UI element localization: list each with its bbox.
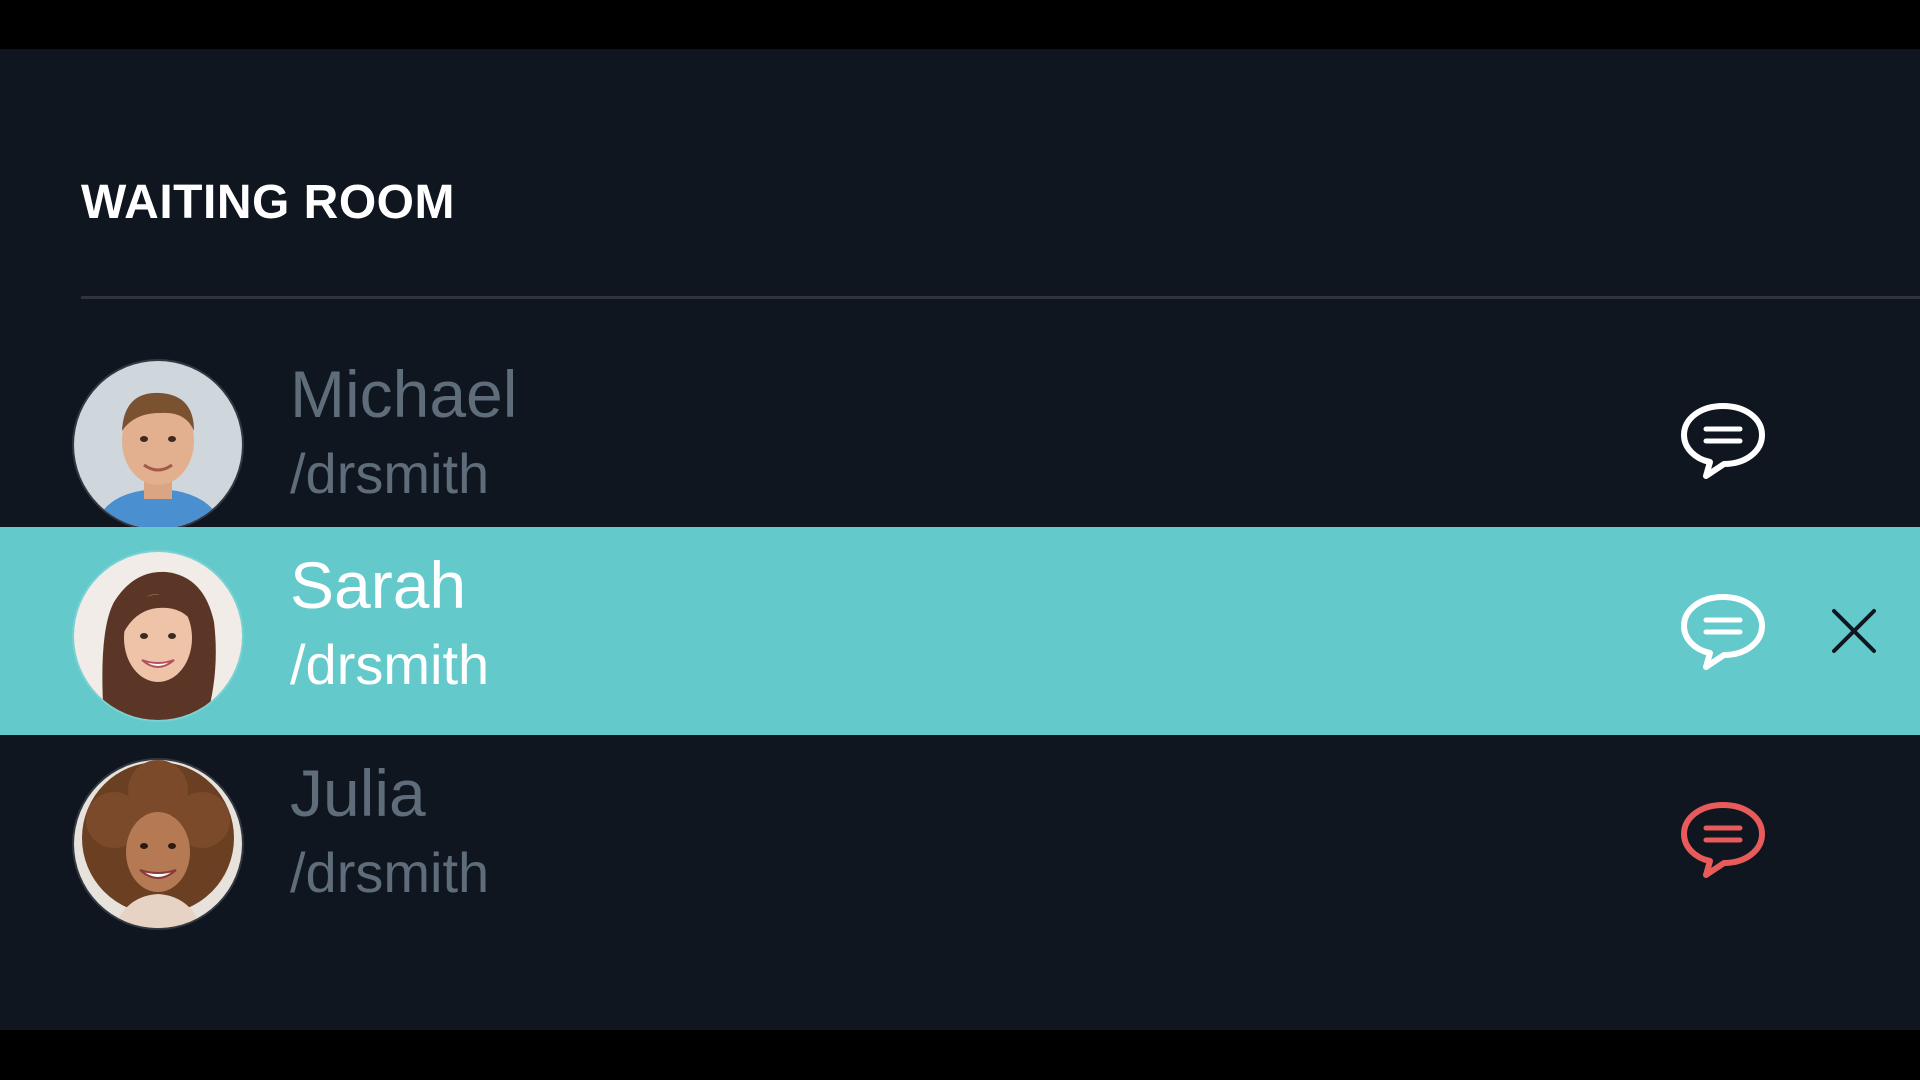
avatar-sarah <box>74 552 242 720</box>
patient-row-michael[interactable]: Michael /drsmith <box>0 336 1920 544</box>
patient-handle: /drsmith <box>290 442 490 505</box>
patient-handle: /drsmith <box>290 633 490 696</box>
chat-bubble-icon[interactable] <box>1678 589 1768 673</box>
waiting-room-panel: WAITING ROOM Michael /drsmith Sarah /drs… <box>0 49 1920 1030</box>
panel-title: WAITING ROOM <box>81 176 455 229</box>
patient-name: Julia <box>290 756 426 830</box>
patient-row-julia[interactable]: Julia /drsmith <box>0 735 1920 943</box>
chat-bubble-icon[interactable] <box>1678 398 1768 482</box>
close-icon[interactable] <box>1828 605 1880 657</box>
patient-row-sarah[interactable]: Sarah /drsmith <box>0 527 1920 735</box>
patient-name: Michael <box>290 357 518 431</box>
letterbox-bottom <box>0 1030 1920 1080</box>
avatar-julia <box>74 760 242 928</box>
patient-handle: /drsmith <box>290 841 490 904</box>
letterbox-top <box>0 0 1920 49</box>
avatar-michael <box>74 361 242 529</box>
patient-name: Sarah <box>290 548 467 622</box>
chat-bubble-icon[interactable] <box>1678 797 1768 881</box>
divider <box>81 296 1920 299</box>
